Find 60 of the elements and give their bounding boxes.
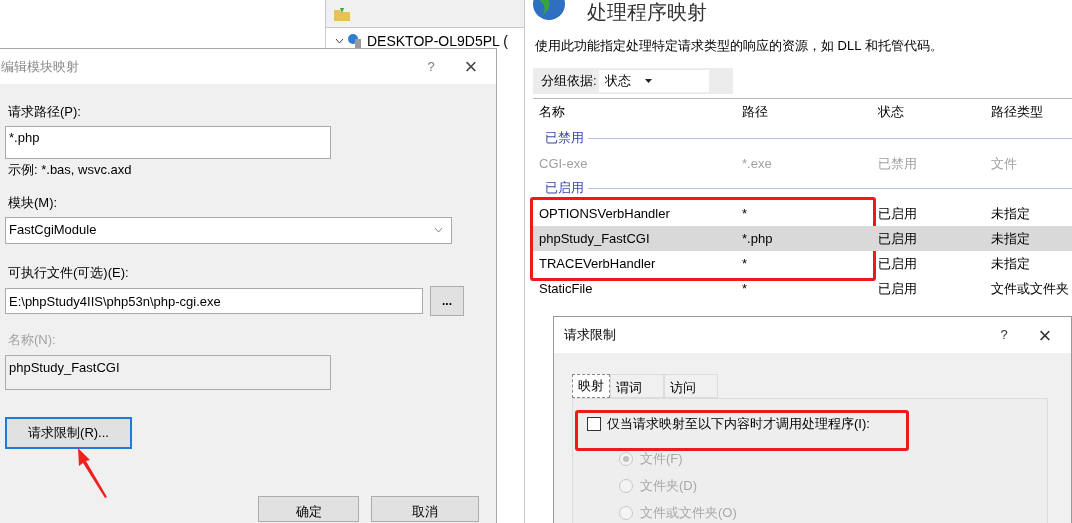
radio-label: 文件(F) <box>640 449 683 468</box>
group-header[interactable]: 已禁用 <box>545 128 584 148</box>
help-button[interactable]: ? <box>989 325 1019 345</box>
close-button[interactable]: × <box>446 50 496 83</box>
dialog-title: 请求限制 <box>563 326 616 345</box>
column-header[interactable]: 状态 <box>872 102 985 122</box>
tree-item[interactable]: DESKTOP-OL9D5PL ( <box>367 30 508 52</box>
pointer-arrow <box>76 448 108 498</box>
chevron-icon <box>435 227 442 233</box>
table-cell[interactable]: StaticFile <box>533 275 736 301</box>
group-header[interactable]: 已启用 <box>545 178 584 198</box>
request-restrictions-button[interactable]: 请求限制(R)... <box>5 416 132 449</box>
tab[interactable]: 谓词 <box>610 374 664 398</box>
table-cell[interactable]: * <box>736 200 872 226</box>
radio-label: 文件夹(D) <box>640 476 698 495</box>
table-cell[interactable]: 未指定 <box>985 250 1072 276</box>
globe-icon <box>533 0 565 22</box>
dropdown-icon <box>644 78 652 83</box>
folder-icon[interactable] <box>334 6 350 21</box>
table-cell[interactable]: * <box>736 250 872 276</box>
column-header[interactable]: 路径 <box>736 102 872 122</box>
module-dropdown[interactable]: FastCgiModule <box>5 216 452 244</box>
group-dropdown[interactable]: 状态 <box>598 69 709 92</box>
field-label: 名称(N): <box>7 331 57 349</box>
table-cell[interactable]: 文件或文件夹 <box>985 275 1072 301</box>
column-header[interactable]: 路径类型 <box>985 102 1072 122</box>
help-button[interactable]: ? <box>416 56 446 77</box>
radio-label: 文件或文件夹(O) <box>640 503 737 522</box>
page-description: 使用此功能指定处理特定请求类型的响应的资源，如 DLL 和托管代码。 <box>534 37 944 55</box>
table-cell[interactable]: 已启用 <box>872 250 985 276</box>
checkbox-label: 仅当请求映射至以下内容时才调用处理程序(I): <box>607 415 870 434</box>
caret-icon[interactable] <box>336 38 343 44</box>
table-cell[interactable]: OPTIONSVerbHandler <box>533 200 736 226</box>
table-cell[interactable]: TRACEVerbHandler <box>533 250 736 276</box>
tab[interactable]: 映射 <box>572 374 610 398</box>
table-cell[interactable]: phpStudy_FastCGI <box>533 225 736 251</box>
checkbox[interactable] <box>587 417 601 431</box>
column-header[interactable]: 名称 <box>533 102 736 122</box>
page-title: 处理程序映射 <box>587 0 707 24</box>
server-icon <box>347 33 363 49</box>
field-label: 请求路径(P): <box>7 103 82 121</box>
ok-button[interactable]: 确定 <box>258 496 359 522</box>
field-label: 模块(M): <box>7 194 59 212</box>
input-field[interactable]: *.php <box>5 125 331 159</box>
table-cell[interactable]: 已启用 <box>872 225 985 251</box>
table-cell[interactable]: 已启用 <box>872 275 985 301</box>
field-label: 可执行文件(可选)(E): <box>7 263 130 282</box>
table-cell[interactable]: 未指定 <box>985 200 1072 226</box>
input-field[interactable]: E:\phpStudy4IIS\php53n\php-cgi.exe <box>5 288 423 314</box>
dialog-title: 编辑模块映射 <box>1 57 79 76</box>
close-button[interactable]: × <box>1019 318 1071 352</box>
cancel-button[interactable]: 取消 <box>371 496 479 522</box>
table-cell[interactable]: 已启用 <box>872 200 985 226</box>
example-text: 示例: *.bas, wsvc.axd <box>7 160 133 179</box>
group-label: 分组依据: <box>541 71 597 90</box>
table-cell[interactable]: * <box>736 275 872 301</box>
browse-button[interactable]: ... <box>430 286 464 316</box>
table-cell[interactable]: *.php <box>736 225 872 251</box>
table-cell[interactable]: 未指定 <box>985 225 1072 251</box>
tab[interactable]: 访问 <box>664 374 718 398</box>
